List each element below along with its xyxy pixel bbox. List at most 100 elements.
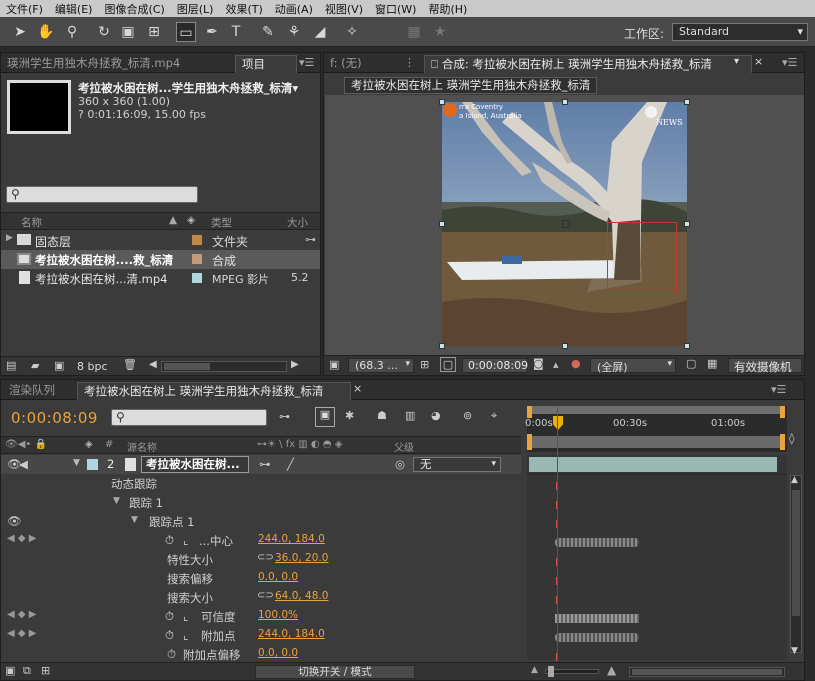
transform-handle[interactable] [562, 343, 568, 349]
keyframe-strip[interactable] [555, 538, 639, 547]
menu-file[interactable]: 文件(F) [0, 1, 49, 17]
tracker-search-region[interactable] [607, 222, 677, 292]
new-composition-icon[interactable]: ▣ [54, 359, 64, 372]
navigator-end-handle[interactable] [780, 434, 785, 450]
comp-button-icon[interactable]: ◊ [789, 432, 794, 445]
new-folder-icon[interactable]: ▰ [31, 359, 39, 372]
quality-switch-icon[interactable]: ╱ [287, 457, 294, 471]
current-time-display[interactable]: 0:00:08:09 [462, 358, 528, 373]
close-icon[interactable]: × [754, 55, 763, 68]
parent-select[interactable]: 无 ▾ [413, 457, 501, 472]
expand-layer-switches-icon[interactable]: ▣ [5, 664, 15, 677]
graph-icon[interactable]: ⌞ [183, 628, 188, 642]
col-type[interactable]: 类型 [211, 215, 232, 230]
scroll-right-icon[interactable]: ▶ [291, 359, 299, 370]
composition-canvas[interactable]: rra Coventry a Island, Australia NEWS [325, 95, 804, 358]
scroll-up-icon[interactable]: ▲ [791, 475, 798, 485]
panel-menu-icon[interactable]: ▾☰ [299, 56, 314, 69]
property-row[interactable]: 搜索大小 ⊂⊃ 64.0, 48.0 [1, 588, 521, 607]
menu-window[interactable]: 窗口(W) [369, 1, 422, 17]
property-value[interactable]: 244.0, 184.0 [258, 628, 325, 640]
property-value[interactable]: 36.0, 20.0 [275, 552, 328, 564]
toggle-switches-modes-button[interactable]: 切换开关 / 模式 [255, 665, 415, 679]
tab-effects[interactable]: f: (无) [324, 55, 400, 73]
scroll-down-icon[interactable]: ▼ [791, 646, 798, 656]
scrollbar-thumb[interactable] [632, 669, 782, 675]
collapse-icon[interactable]: ▼ [131, 515, 138, 525]
zoom-slider-thumb[interactable] [548, 666, 554, 677]
panel-close-icon[interactable]: ⋮ [404, 56, 415, 69]
scrollbar-thumb[interactable] [164, 363, 210, 370]
hand-tool-icon[interactable]: ✋ [36, 22, 56, 42]
property-value[interactable]: 64.0, 48.0 [275, 590, 328, 602]
live-update-icon[interactable]: ▣ [315, 407, 335, 427]
label-color-swatch[interactable] [192, 254, 202, 264]
property-value[interactable]: 100.0% [258, 609, 298, 621]
property-row[interactable]: ◀ ◆ ▶ ⏱ ⌞ ...中心 244.0, 184.0 [1, 531, 521, 550]
always-preview-icon[interactable]: ▣ [329, 358, 339, 371]
timeline-zoom-slider[interactable] [545, 666, 599, 677]
property-value[interactable]: 0.0, 0.0 [258, 571, 298, 583]
work-area-end-handle[interactable] [780, 406, 785, 418]
pen-tool-icon[interactable]: ✒ [202, 22, 222, 42]
zoom-out-icon[interactable]: ▲ [531, 665, 538, 675]
property-row[interactable]: 特性大小 ⊂⊃ 36.0, 20.0 [1, 550, 521, 569]
tab-composition[interactable]: ⎕ 合成: 考拉被水困在树上 瑛洲学生用独木舟拯救_标清 [424, 55, 752, 73]
composition-mini-flowchart-icon[interactable]: ⊶ [279, 410, 290, 423]
eye-icon[interactable]: 👁 [7, 514, 22, 528]
transform-handle[interactable] [684, 221, 690, 227]
graph-icon[interactable]: ⌞ [183, 609, 188, 623]
label-color-swatch[interactable] [192, 273, 202, 283]
text-tool-icon[interactable]: T [226, 22, 246, 42]
zoom-select[interactable]: (68.3 ... ▾ [348, 358, 414, 373]
keyframe-nav-icon[interactable]: ◀ ◆ ▶ [7, 609, 36, 620]
brush-tool-icon[interactable]: ✎ [258, 22, 278, 42]
current-time[interactable]: 0:00:08:09 [11, 409, 98, 427]
playhead-line[interactable] [557, 405, 558, 660]
motion-blur-icon[interactable]: ◕ [431, 409, 441, 422]
property-row[interactable]: ◀ ◆ ▶ ⏱ ⌞ 可信度 100.0% [1, 607, 521, 626]
col-size[interactable]: 大小 [287, 215, 308, 230]
time-navigator[interactable] [527, 436, 785, 448]
workspace-select[interactable]: Standard ▾ [672, 23, 808, 41]
transform-handle[interactable] [684, 99, 690, 105]
composition-breadcrumb[interactable]: 考拉被水困在树上 瑛洲学生用独木舟拯救_标清 [344, 77, 598, 94]
safe-margins-icon[interactable]: ⊞ [420, 358, 429, 371]
chevron-down-icon[interactable]: ▾ [734, 56, 739, 67]
pan-behind-tool-icon[interactable]: ⊞ [144, 22, 164, 42]
star-icon[interactable]: ★ [430, 22, 450, 42]
trash-icon[interactable]: 🗑 [123, 358, 137, 371]
stopwatch-icon[interactable]: ⏱ [167, 647, 176, 662]
puppet-pin-tool-icon[interactable]: ✧ [342, 22, 362, 42]
shy-switch-icon[interactable]: ⊶ [259, 457, 271, 471]
sort-icon[interactable]: ▲ [169, 214, 177, 226]
hide-shy-layers-icon[interactable]: ☗ [377, 409, 387, 422]
rotate-tool-icon[interactable]: ↻ [94, 22, 114, 42]
property-row[interactable]: ▼ 跟踪 1 [1, 493, 521, 512]
collapse-icon[interactable]: ▼ [73, 458, 80, 468]
transform-handle[interactable] [439, 99, 445, 105]
list-item[interactable]: 考拉被水困在树....救_标清 合成 [1, 250, 320, 269]
pick-whip-icon[interactable]: ◎ [395, 457, 405, 471]
graph-editor-icon[interactable]: ⊚ [463, 409, 472, 422]
property-row[interactable]: 动态跟踪 [1, 474, 521, 493]
menu-effect[interactable]: 效果(T) [219, 1, 268, 17]
scrollbar-thumb[interactable] [792, 490, 800, 616]
graph-icon[interactable]: ⌞ [183, 533, 188, 547]
col-parent[interactable]: 父级 [394, 439, 414, 454]
property-value[interactable]: 244.0, 184.0 [258, 533, 325, 545]
menu-layer[interactable]: 图层(L) [171, 1, 220, 17]
brainstorm-icon[interactable]: ⌖ [491, 409, 497, 423]
audio-icon[interactable]: ◀ [19, 457, 28, 471]
property-row[interactable]: 👁 ▼ 跟踪点 1 [1, 512, 521, 531]
project-search-input[interactable]: ⚲ [6, 186, 198, 203]
menu-composition[interactable]: 图像合成(C) [98, 1, 170, 17]
eraser-tool-icon[interactable]: ◢ [310, 22, 330, 42]
flowchart-icon[interactable]: ⊶ [305, 233, 316, 246]
region-of-interest-icon[interactable]: ▢ [686, 357, 696, 370]
camera-select[interactable]: 有效摄像机 [728, 358, 802, 374]
property-row[interactable]: 搜索偏移 0.0, 0.0 [1, 569, 521, 588]
tab-footage[interactable]: 瑛洲学生用独木舟拯救_标清.mp4 [1, 55, 233, 73]
transform-handle[interactable] [684, 343, 690, 349]
keyframe-nav-icon[interactable]: ◀ ◆ ▶ [7, 628, 36, 639]
